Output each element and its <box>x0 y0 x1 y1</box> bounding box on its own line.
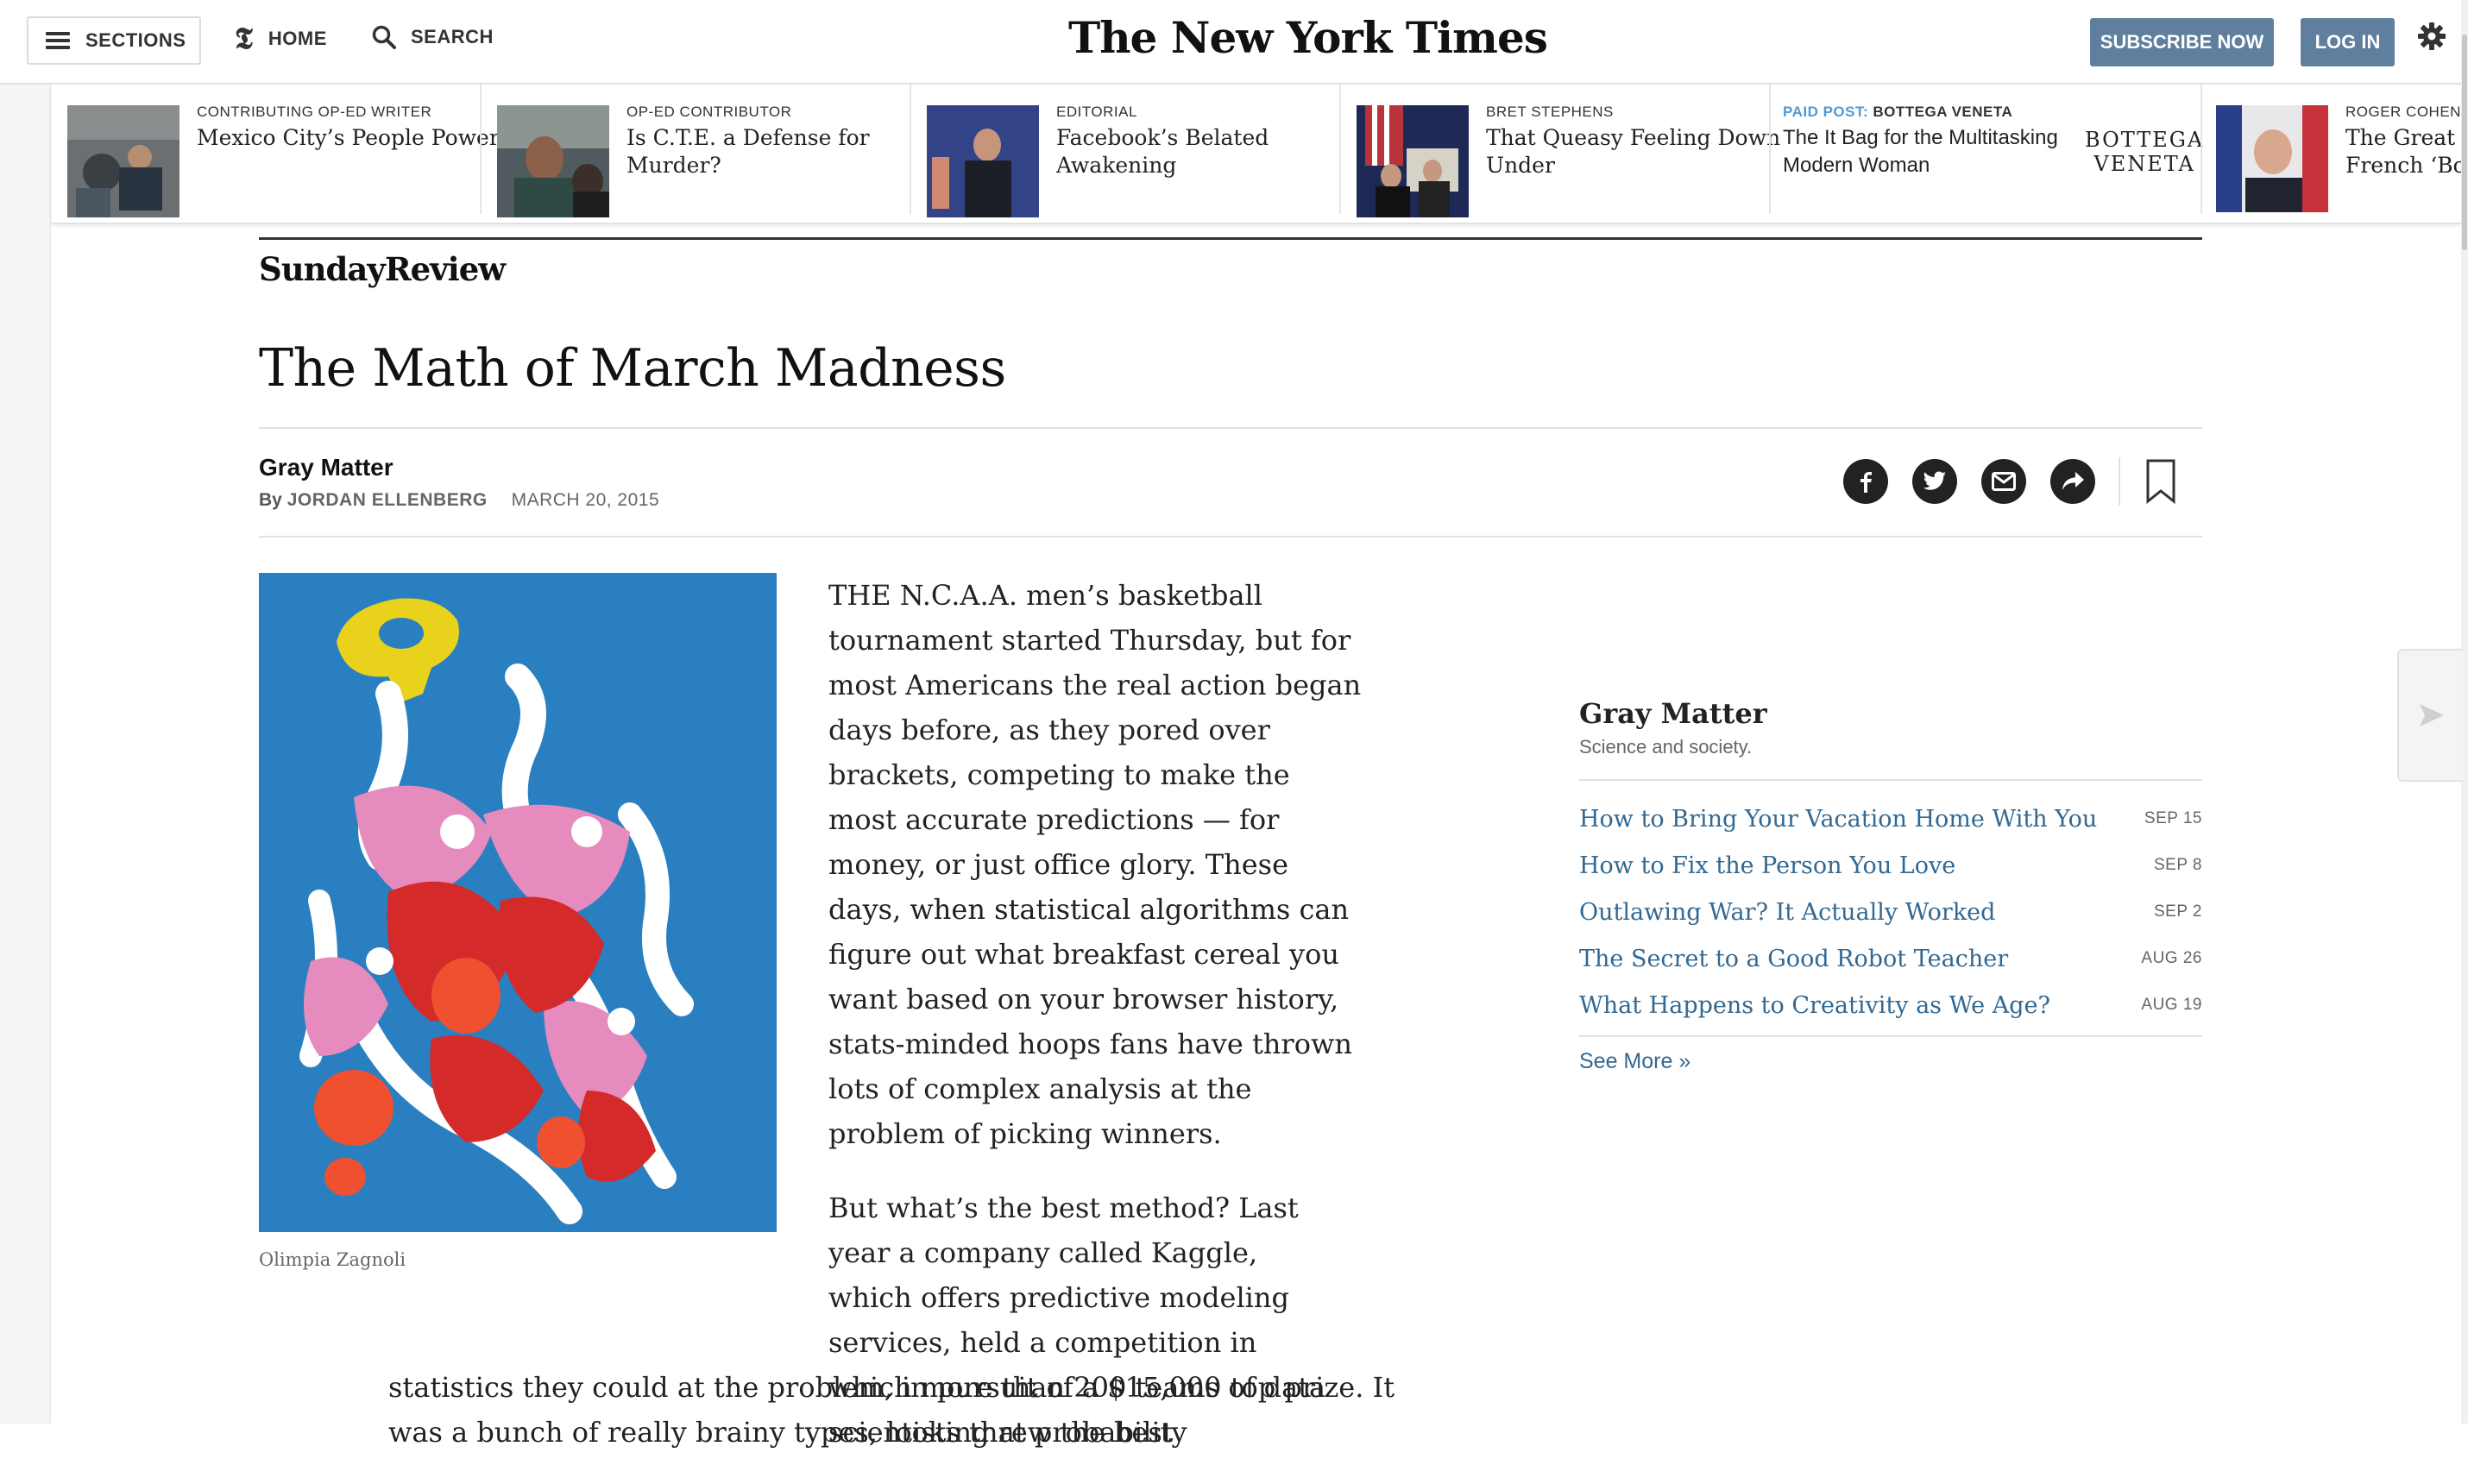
paragraph: THE N.C.A.A. men’s basketball tournament… <box>828 579 1362 1150</box>
email-share-button[interactable] <box>1981 459 2026 504</box>
sidebar-link[interactable]: How to Bring Your Vacation Home With You <box>1579 806 2097 833</box>
ribbon-headline: The Great aFrench ‘Bof <box>2345 125 2461 178</box>
home-label: HOME <box>268 28 327 49</box>
divider <box>259 427 2202 429</box>
ribbon-thumbnail <box>927 105 1039 217</box>
nyt-t-icon: 𝕿 <box>235 22 253 56</box>
sidebar-list: How to Bring Your Vacation Home With You… <box>1579 795 2202 1028</box>
divider <box>1339 85 1341 214</box>
section-name[interactable]: SundayReview <box>259 250 506 288</box>
sidebar-subtitle: Science and society. <box>1579 736 1753 758</box>
sidebar-date: SEP 8 <box>2153 856 2202 874</box>
byline-by: By <box>259 490 282 510</box>
divider <box>1579 1035 2202 1037</box>
home-link[interactable]: 𝕿 HOME <box>235 24 327 53</box>
share-icon <box>2062 472 2084 490</box>
ribbon-item[interactable]: ROGER COHEN The Great aFrench ‘Bof <box>2216 95 2461 212</box>
sidebar-title[interactable]: Gray Matter <box>1579 697 1767 730</box>
search-icon <box>372 25 396 49</box>
paid-post-label: PAID POST: <box>1783 104 1869 120</box>
sidebar-list-item[interactable]: The Secret to a Good Robot Teacher AUG 26 <box>1579 935 2202 982</box>
divider <box>480 85 482 214</box>
bookmark-icon[interactable] <box>2146 459 2175 504</box>
story-ribbon: CONTRIBUTING OP-ED WRITER Mexico City’s … <box>52 85 2461 224</box>
paragraph-continued: was a bunch of really brainy types, look… <box>388 1416 1187 1449</box>
scrollbar-thumb[interactable] <box>2462 35 2467 250</box>
paragraph-continued: statistics they could at the problem, in… <box>388 1371 1395 1404</box>
image-credit: Olimpia Zagnoli <box>259 1249 406 1270</box>
ribbon-thumbnail <box>2216 105 2328 212</box>
ribbon-item-paid-post[interactable]: PAID POST: BOTTEGA VENETA The It Bag for… <box>1783 95 2202 212</box>
next-article-tab[interactable] <box>2397 649 2463 782</box>
sidebar-list-item[interactable]: How to Bring Your Vacation Home With You… <box>1579 795 2202 842</box>
divider <box>1769 85 1771 214</box>
ribbon-headline: Facebook’s Belated Awakening <box>1056 125 1269 178</box>
bottega-veneta-logo: BOTTEGA VENETA <box>2085 128 2205 176</box>
facebook-icon <box>1860 472 1872 493</box>
ribbon-item[interactable]: EDITORIAL Facebook’s Belated Awakening <box>927 95 1341 217</box>
sidebar-list-item[interactable]: How to Fix the Person You Love SEP 8 <box>1579 842 2202 889</box>
ribbon-thumbnail <box>67 105 179 217</box>
divider <box>910 85 911 214</box>
ribbon-thumbnail <box>497 105 609 217</box>
sidebar-date: AUG 19 <box>2141 996 2202 1014</box>
column-name[interactable]: Gray Matter <box>259 454 393 481</box>
section-rule <box>259 237 2202 240</box>
nyt-logo[interactable]: The New York Times <box>1068 12 1548 63</box>
masthead: SECTIONS 𝕿 HOME SEARCH The New York Time… <box>0 0 2461 85</box>
ribbon-headline: Is C.T.E. a Defense for Murder? <box>626 125 870 178</box>
divider <box>2119 457 2120 506</box>
ribbon-thumbnail <box>1357 105 1469 217</box>
more-share-button[interactable] <box>2050 459 2095 504</box>
left-gutter <box>0 0 51 1424</box>
paid-post-brand: BOTTEGA VENETA <box>1873 104 2013 120</box>
ribbon-kicker: OP-ED CONTRIBUTOR <box>626 104 792 120</box>
hamburger-icon <box>46 32 70 49</box>
sections-button[interactable]: SECTIONS <box>27 16 201 65</box>
gear-icon[interactable] <box>2416 21 2447 52</box>
search-link[interactable]: SEARCH <box>371 24 494 50</box>
sidebar-link[interactable]: The Secret to a Good Robot Teacher <box>1579 946 2008 972</box>
sections-label: SECTIONS <box>85 29 186 51</box>
ribbon-item[interactable]: CONTRIBUTING OP-ED WRITER Mexico City’s … <box>67 95 516 217</box>
divider <box>1579 779 2202 781</box>
sidebar-link[interactable]: What Happens to Creativity as We Age? <box>1579 992 2050 1019</box>
byline: By JORDAN ELLENBERG MARCH 20, 2015 <box>259 490 659 511</box>
sidebar-link[interactable]: How to Fix the Person You Love <box>1579 852 1955 879</box>
sidebar-link[interactable]: Outlawing War? It Actually Worked <box>1579 899 1995 926</box>
sidebar-list-item[interactable]: What Happens to Creativity as We Age? AUG… <box>1579 982 2202 1028</box>
ribbon-item[interactable]: BRET STEPHENS That Queasy Feeling Down Un… <box>1357 95 1780 217</box>
sidebar-date: AUG 26 <box>2141 949 2202 967</box>
sidebar-date: SEP 2 <box>2153 902 2202 921</box>
facebook-share-button[interactable] <box>1843 459 1888 504</box>
ribbon-kicker: ROGER COHEN <box>2345 104 2461 120</box>
ribbon-kicker: BRET STEPHENS <box>1486 104 1614 120</box>
article-illustration <box>259 573 777 1232</box>
sidebar-date: SEP 15 <box>2144 809 2202 827</box>
ribbon-headline: The It Bag for the Multitasking Modern Wo… <box>1783 126 2058 177</box>
ribbon-item[interactable]: OP-ED CONTRIBUTOR Is C.T.E. a Defense fo… <box>497 95 911 217</box>
divider <box>259 536 2202 538</box>
email-icon <box>1992 472 2016 491</box>
ribbon-kicker: CONTRIBUTING OP-ED WRITER <box>197 104 432 120</box>
article-headline: The Math of March Madness <box>259 338 1006 399</box>
ribbon-kicker: EDITORIAL <box>1056 104 1137 120</box>
twitter-icon <box>1923 471 1946 490</box>
sidebar-list-item[interactable]: Outlawing War? It Actually Worked SEP 2 <box>1579 889 2202 935</box>
article-body: THE N.C.A.A. men’s basketball tournament… <box>828 573 1381 1484</box>
login-button[interactable]: LOG IN <box>2301 18 2395 66</box>
ribbon-headline: Mexico City’s People Power <box>197 125 500 150</box>
see-more-link[interactable]: See More » <box>1579 1049 1690 1074</box>
subscribe-button[interactable]: SUBSCRIBE NOW <box>2090 18 2274 66</box>
publish-date: MARCH 20, 2015 <box>511 490 660 510</box>
author-name[interactable]: JORDAN ELLENBERG <box>287 490 488 510</box>
ribbon-headline: That Queasy Feeling Down Under <box>1486 125 1781 178</box>
twitter-share-button[interactable] <box>1912 459 1957 504</box>
chevron-right-icon <box>2420 704 2444 726</box>
search-label: SEARCH <box>411 26 494 47</box>
divider <box>2200 85 2202 214</box>
ribbon-kicker: PAID POST: BOTTEGA VENETA <box>1783 104 2012 121</box>
